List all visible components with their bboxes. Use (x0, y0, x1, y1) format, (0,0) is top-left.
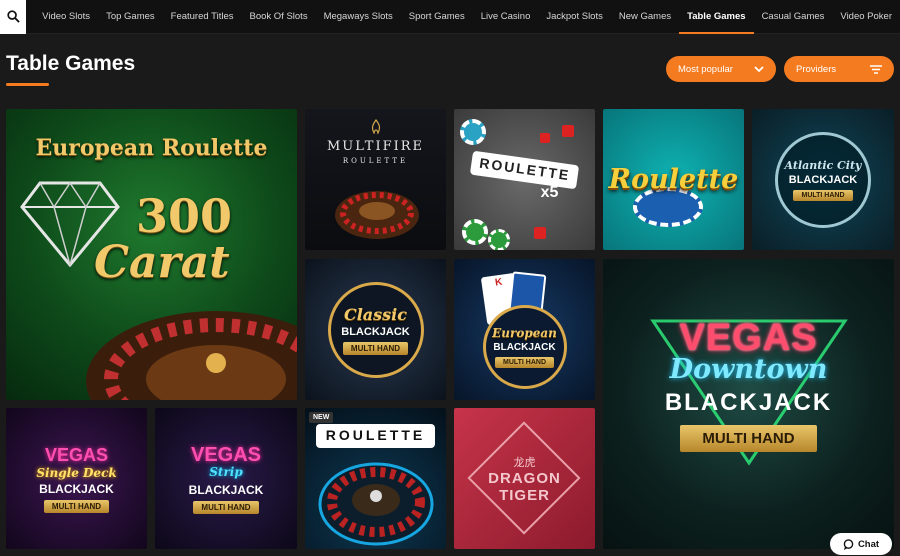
chat-bubble-icon (843, 538, 854, 550)
tile-subtitle: Strip (209, 464, 243, 479)
sort-label: Most popular (678, 63, 733, 75)
multi-hand-ribbon: MULTI HAND (342, 341, 409, 355)
nav-casual-games[interactable]: Casual Games (754, 0, 833, 34)
nav-video-poker[interactable]: Video Poker (832, 0, 900, 34)
tile-subtitle: BLACKJACK (788, 173, 858, 186)
search-icon (6, 10, 20, 23)
game-tile-vegas-downtown-blackjack[interactable]: VEGAS Downtown BLACKJACK MULTI HAND (603, 259, 894, 549)
tile-title: ROULETTE (325, 427, 426, 443)
multi-hand-ribbon: MULTI HAND (43, 499, 110, 513)
chat-button[interactable]: Chat (830, 533, 892, 555)
nav-sport-games[interactable]: Sport Games (401, 0, 473, 34)
multi-hand-ribbon: MULTI HAND (193, 500, 259, 514)
tile-art: K European BLACKJACK MULTI HAND (454, 259, 595, 400)
tile-subtitle-2: BLACKJACK (39, 481, 114, 496)
tile-art: VEGAS Single Deck BLACKJACK MULTI HAND (6, 408, 147, 549)
top-navigation: Video Slots Top Games Featured Titles Bo… (0, 0, 900, 34)
dice-icon (534, 227, 546, 239)
tile-art: ROULETTE (305, 408, 446, 549)
roulette-wheel-icon (335, 191, 419, 239)
tile-title: Classic (343, 304, 407, 324)
tile-subtitle: 300 (136, 189, 233, 243)
nav-top-games[interactable]: Top Games (98, 0, 163, 34)
tile-subtitle: Downtown (669, 353, 828, 385)
nav-live-casino[interactable]: Live Casino (473, 0, 539, 34)
tile-art: Roulette (603, 109, 744, 250)
tile-art: ROULETTE x5 (454, 109, 595, 250)
flame-icon (371, 119, 381, 135)
chat-label: Chat (857, 538, 880, 550)
chevron-down-icon (754, 65, 764, 72)
tile-art: VEGAS Strip BLACKJACK MULTI HAND (155, 408, 297, 549)
tile-title: 龙虎 (513, 456, 536, 469)
tile-title: VEGAS (190, 443, 262, 466)
roulette-banner: ROULETTE (315, 424, 436, 448)
tile-subtitle-2: BLACKJACK (664, 388, 833, 416)
game-tile-atlantic-city-blackjack[interactable]: Atlantic City BLACKJACK MULTI HAND (752, 109, 894, 250)
game-tile-classic-blackjack[interactable]: Classic BLACKJACK MULTI HAND (305, 259, 446, 400)
emblem: Classic BLACKJACK MULTI HAND (327, 281, 424, 378)
new-badge: NEW (309, 412, 334, 423)
game-tile-roulette[interactable]: Roulette (603, 109, 744, 250)
multi-hand-ribbon: MULTI HAND (793, 189, 853, 201)
title-underline (6, 83, 49, 86)
nav-featured-titles[interactable]: Featured Titles (163, 0, 242, 34)
tile-title: Roulette (608, 164, 739, 195)
game-tile-european-roulette-300-carat[interactable]: European Roulette 300 Carat (6, 109, 297, 400)
roulette-wheel-icon (86, 311, 297, 400)
tile-subtitle-2: Carat (94, 237, 230, 288)
sort-dropdown[interactable]: Most popular (666, 56, 776, 82)
game-tile-vegas-single-deck-blackjack[interactable]: VEGAS Single Deck BLACKJACK MULTI HAND (6, 408, 147, 549)
dice-icon (562, 125, 574, 137)
tile-art: Atlantic City BLACKJACK MULTI HAND (752, 109, 894, 250)
nav-items: Video Slots Top Games Featured Titles Bo… (26, 0, 900, 34)
tile-art: VEGAS Downtown BLACKJACK MULTI HAND (603, 259, 894, 549)
game-tile-vegas-strip-blackjack[interactable]: VEGAS Strip BLACKJACK MULTI HAND (155, 408, 297, 549)
chip-icon (462, 219, 488, 245)
tile-art: 龙虎 DRAGON TIGER (454, 408, 595, 549)
emblem: Atlantic City BLACKJACK MULTI HAND (775, 131, 871, 228)
tile-subtitle: ROULETTE (342, 157, 409, 165)
game-tile-roulette-x5[interactable]: ROULETTE x5 (454, 109, 595, 250)
tile-subtitle-2: BLACKJACK (188, 482, 264, 497)
nav-new-games[interactable]: New Games (611, 0, 679, 34)
tile-title: VEGAS (44, 444, 109, 465)
tile-title: European (492, 325, 557, 340)
tile-art: Classic BLACKJACK MULTI HAND (305, 259, 446, 400)
nav-jackpot-slots[interactable]: Jackpot Slots (538, 0, 611, 34)
chip-icon (460, 119, 486, 145)
roulette-banner: ROULETTE (469, 150, 580, 189)
dice-icon (540, 133, 550, 143)
nav-video-slots[interactable]: Video Slots (34, 0, 98, 34)
tile-subtitle: Single Deck (36, 465, 117, 480)
game-tile-european-blackjack[interactable]: K European BLACKJACK MULTI HAND (454, 259, 595, 400)
nav-table-games[interactable]: Table Games (679, 0, 755, 34)
tile-subtitle: BLACKJACK (493, 341, 556, 353)
tile-title: Atlantic City (784, 158, 862, 172)
nav-book-of-slots[interactable]: Book Of Slots (241, 0, 315, 34)
game-tile-roulette-new[interactable]: ROULETTE NEW (305, 408, 446, 549)
multi-hand-ribbon: MULTI HAND (680, 424, 817, 452)
nav-megaways-slots[interactable]: Megaways Slots (316, 0, 401, 34)
tile-art: MULTIFIRE ROULETTE (305, 109, 446, 250)
tile-title: MULTIFIRE (326, 139, 425, 154)
tile-art: European Roulette 300 Carat (6, 109, 297, 400)
tile-subtitle: DRAGON (488, 469, 561, 487)
tile-subtitle: BLACKJACK (341, 325, 410, 338)
tile-subtitle-2: TIGER (499, 486, 550, 504)
providers-button[interactable]: Providers (784, 56, 894, 82)
page-title: Table Games (6, 52, 136, 75)
search-button[interactable] (0, 0, 27, 34)
chip-icon (488, 229, 510, 250)
multi-hand-ribbon: MULTI HAND (494, 356, 555, 368)
tile-title: European Roulette (35, 135, 268, 161)
emblem: European BLACKJACK MULTI HAND (482, 304, 567, 389)
roulette-wheel-icon (318, 462, 433, 546)
game-tile-dragon-tiger[interactable]: 龙虎 DRAGON TIGER (454, 408, 595, 549)
game-tile-multifire-roulette[interactable]: MULTIFIRE ROULETTE (305, 109, 446, 250)
providers-label: Providers (796, 63, 837, 75)
filter-icon (870, 64, 882, 74)
tile-title: ROULETTE (478, 154, 572, 183)
